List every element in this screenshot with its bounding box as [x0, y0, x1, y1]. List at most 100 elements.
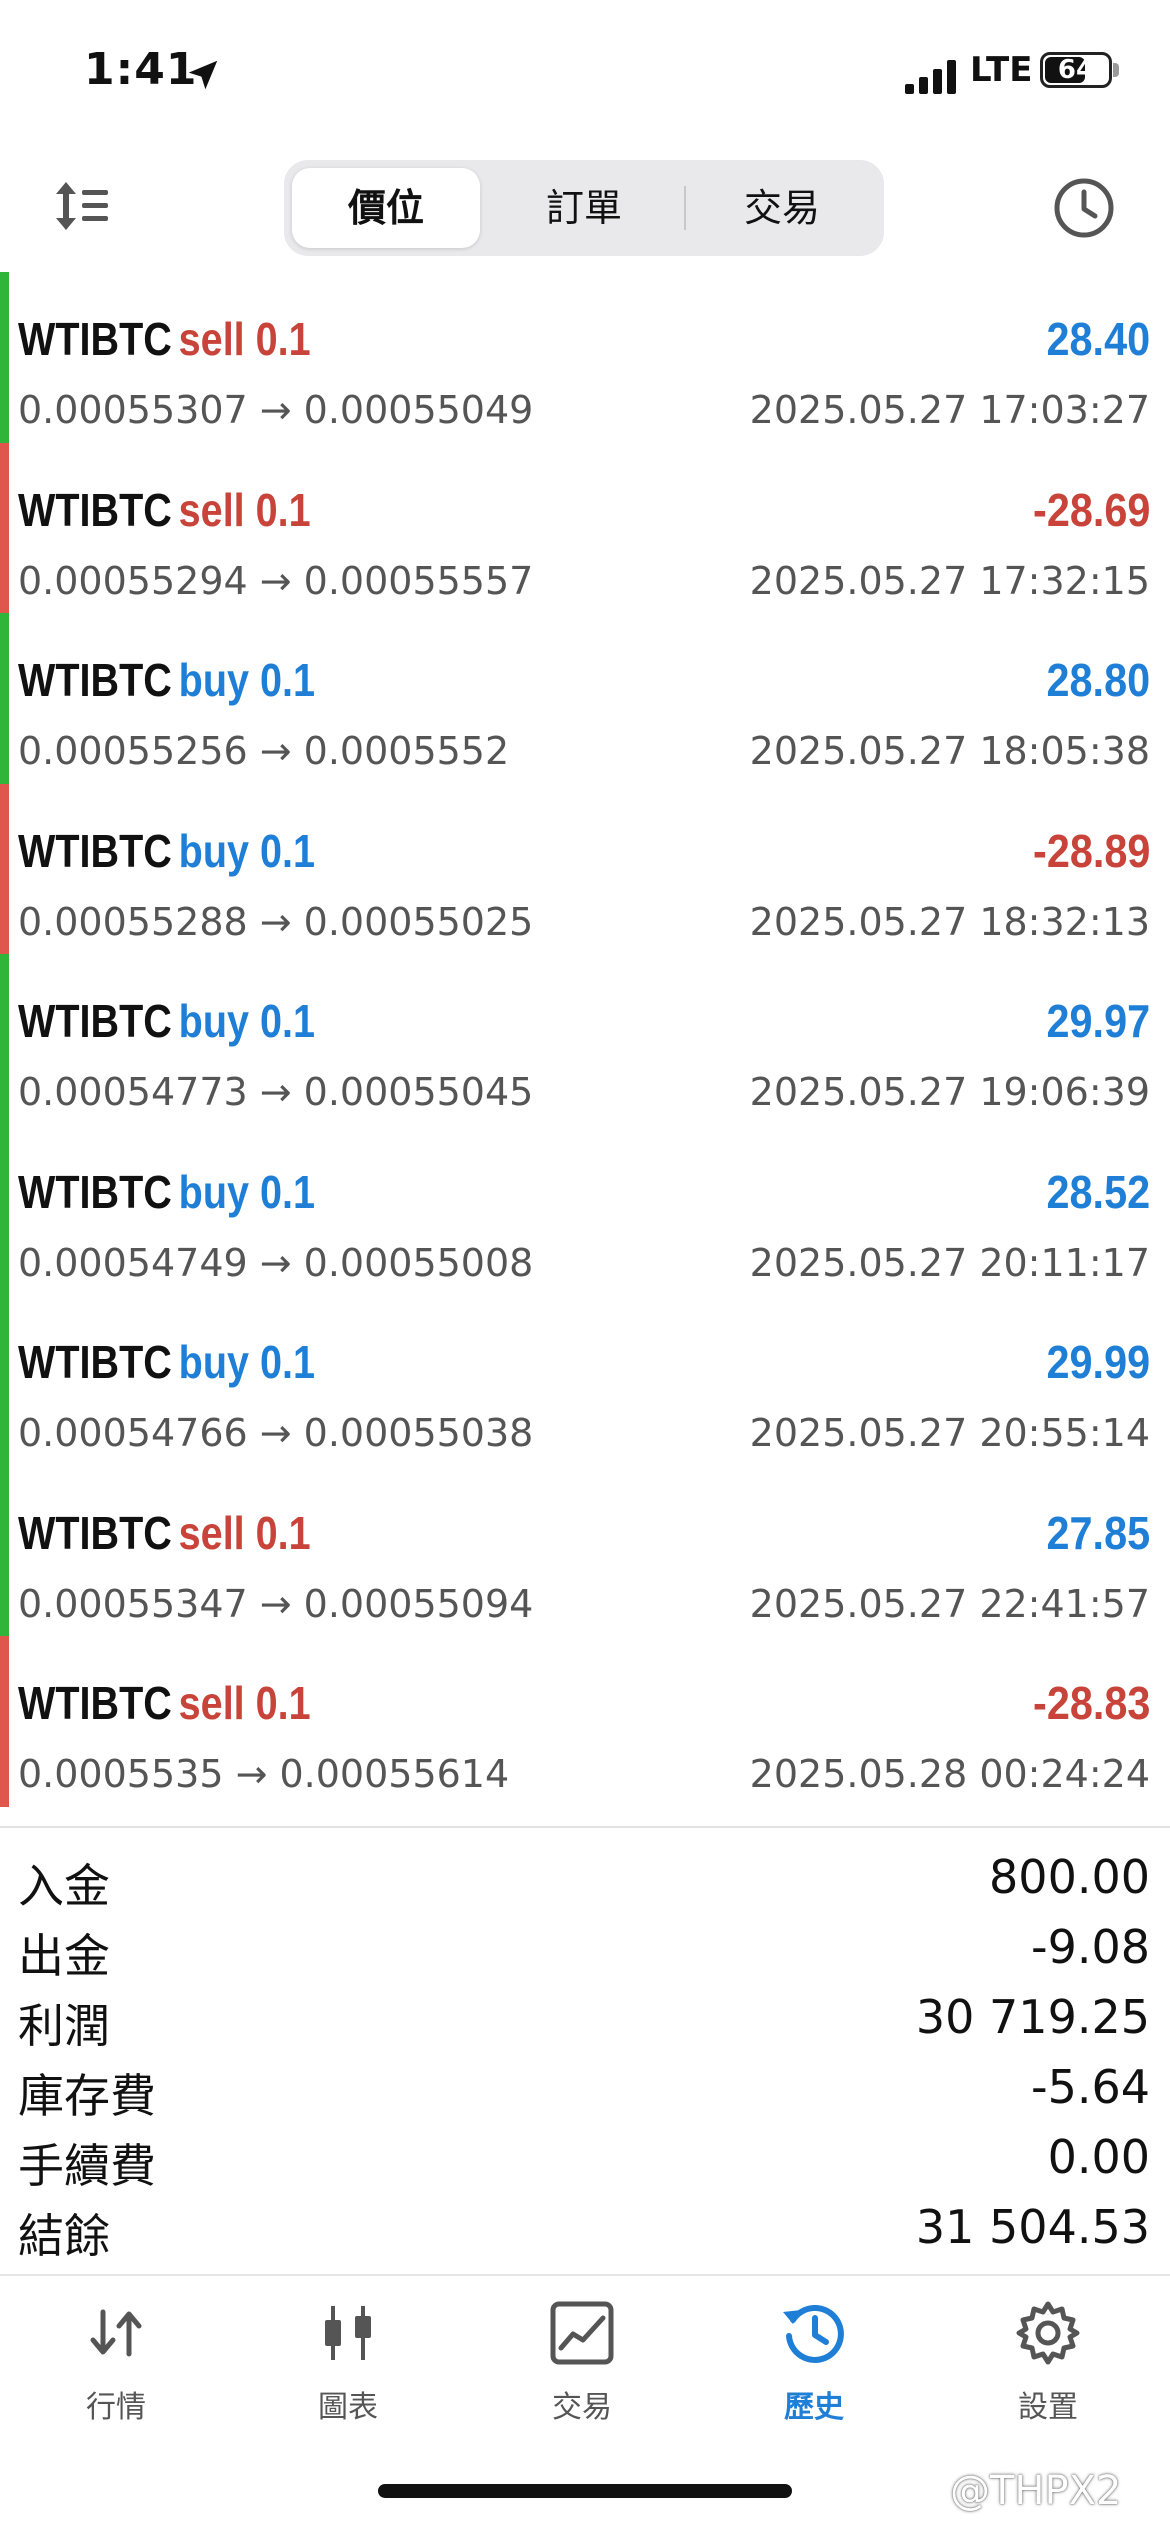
trade-symbol: WTIBTC — [18, 1677, 172, 1729]
trade-title: WTIBTC sell 0.1 — [18, 1506, 311, 1560]
trade-title: WTIBTC buy 0.1 — [18, 653, 315, 707]
trade-row[interactable]: WTIBTC buy 0.1 28.80 0.00055256 → 0.0005552… — [0, 613, 1170, 784]
trade-prices: 0.00055307 → 0.00055049 — [18, 388, 534, 432]
trade-row[interactable]: WTIBTC sell 0.1 -28.83 0.0005535 → 0.000556… — [0, 1636, 1170, 1807]
chart-icon — [325, 2306, 371, 2360]
summary-row: 手續費 0.00 — [0, 2122, 1170, 2193]
trade-symbol: WTIBTC — [18, 824, 172, 877]
summary-value: -5.64 — [1030, 2060, 1150, 2114]
summary-row: 庫存費 -5.64 — [0, 2052, 1170, 2123]
nav-history-label: 歷史 — [784, 2390, 844, 2425]
home-indicator[interactable] — [378, 2484, 792, 2498]
trade-side: sell 0.1 — [178, 313, 311, 365]
trade-side: buy 0.1 — [178, 1165, 316, 1218]
trade-prices: 0.0005535 → 0.00055614 — [18, 1752, 510, 1796]
trade-time: 2025.05.27 17:32:15 — [749, 558, 1150, 603]
summary-label: 出金 — [18, 1929, 110, 1983]
nav-settings[interactable]: 設置 — [968, 2298, 1128, 2426]
trade-profit: 28.52 — [1046, 1165, 1150, 1218]
trade-symbol: WTIBTC — [18, 483, 172, 536]
trade-status-bar — [0, 783, 9, 954]
summary-label: 結餘 — [18, 2209, 110, 2263]
trade-title: WTIBTC sell 0.1 — [18, 483, 311, 537]
battery-level: 64 — [1057, 55, 1095, 85]
trade-title: WTIBTC buy 0.1 — [18, 1335, 315, 1389]
trade-status-bar — [0, 1124, 9, 1295]
trade-profit: 28.80 — [1046, 654, 1150, 706]
tab-orders[interactable]: 訂單 — [490, 168, 678, 248]
trade-time: 2025.05.27 19:06:39 — [749, 1070, 1150, 1114]
nav-trade-label: 交易 — [552, 2390, 612, 2425]
trade-status-bar — [0, 1295, 9, 1466]
nav-history[interactable]: 歷史 — [734, 2298, 894, 2426]
trade-icon — [550, 2301, 614, 2365]
status-bar: 1:41 LTE 64 — [0, 0, 1170, 150]
trade-side: buy 0.1 — [178, 995, 316, 1047]
trade-symbol: WTIBTC — [18, 995, 172, 1047]
trade-profit: -28.89 — [1032, 824, 1150, 877]
tab-deals[interactable]: 交易 — [688, 168, 876, 248]
tab-positions[interactable]: 價位 — [292, 168, 480, 248]
trade-status-bar — [0, 954, 9, 1125]
battery-tip — [1113, 63, 1119, 77]
sort-icon[interactable] — [52, 178, 112, 234]
trade-profit: 29.97 — [1046, 995, 1150, 1047]
trade-symbol: WTIBTC — [18, 654, 172, 706]
network-type: LTE — [970, 50, 1033, 90]
trade-side: sell 0.1 — [178, 1677, 311, 1729]
trade-status-bar — [0, 613, 9, 784]
status-time: 1:41 — [84, 44, 198, 95]
trade-status-bar — [0, 1465, 9, 1636]
trade-time: 2025.05.27 20:55:14 — [749, 1411, 1150, 1455]
summary-value: 31 504.53 — [915, 2200, 1150, 2254]
settings-icon — [1016, 2301, 1080, 2365]
trade-prices: 0.00055288 → 0.00055025 — [18, 899, 534, 944]
quotes-icon — [90, 2309, 142, 2357]
summary-label: 庫存費 — [18, 2069, 156, 2123]
history-icon — [783, 2305, 844, 2363]
trade-row[interactable]: WTIBTC buy 0.1 28.52 0.00054749 → 0.0005500… — [0, 1124, 1170, 1295]
summary-row: 利潤 30 719.25 — [0, 1982, 1170, 2053]
nav-chart-label: 圖表 — [318, 2390, 378, 2425]
bottom-nav: 行情 圖表 交易 歷史 設置 — [0, 2276, 1170, 2476]
trade-time: 2025.05.28 00:24:24 — [749, 1752, 1150, 1796]
trade-profit: 28.40 — [1046, 313, 1150, 365]
location-arrow-icon — [188, 60, 218, 90]
trade-row[interactable]: WTIBTC buy 0.1 -28.89 0.00055288 → 0.000550… — [0, 783, 1170, 954]
nav-chart[interactable]: 圖表 — [268, 2298, 428, 2426]
trade-status-bar — [0, 272, 9, 443]
trade-profit: -28.83 — [1032, 1677, 1150, 1729]
trade-prices: 0.00054749 → 0.00055008 — [18, 1240, 534, 1285]
trade-list: WTIBTC sell 0.1 28.40 0.00055307 → 0.000550… — [0, 272, 1170, 1807]
trade-time: 2025.05.27 17:03:27 — [749, 388, 1150, 432]
trade-status-bar — [0, 1636, 9, 1807]
trade-prices: 0.00054773 → 0.00055045 — [18, 1070, 534, 1114]
trade-title: WTIBTC buy 0.1 — [18, 824, 315, 878]
summary-label: 手續費 — [18, 2139, 156, 2193]
trade-title: WTIBTC sell 0.1 — [18, 1676, 311, 1730]
summary-divider — [0, 1826, 1170, 1828]
tab-separator — [684, 186, 686, 230]
summary-row: 入金 800.00 — [0, 1842, 1170, 1913]
trade-row[interactable]: WTIBTC sell 0.1 28.40 0.00055307 → 0.000550… — [0, 272, 1170, 443]
trade-row[interactable]: WTIBTC buy 0.1 29.99 0.00054766 → 0.0005503… — [0, 1295, 1170, 1466]
summary-value: 0.00 — [1047, 2130, 1150, 2184]
trade-title: WTIBTC buy 0.1 — [18, 994, 315, 1048]
nav-quotes-label: 行情 — [86, 2390, 146, 2425]
nav-trade[interactable]: 交易 — [502, 2298, 662, 2426]
trade-row[interactable]: WTIBTC sell 0.1 -28.69 0.00055294 → 0.00055… — [0, 442, 1170, 613]
trade-row[interactable]: WTIBTC buy 0.1 29.97 0.00054773 → 0.0005504… — [0, 954, 1170, 1125]
clock-icon[interactable] — [1052, 176, 1116, 240]
trade-symbol: WTIBTC — [18, 1165, 172, 1218]
summary-label: 利潤 — [18, 1999, 110, 2053]
trade-prices: 0.00055294 → 0.00055557 — [18, 558, 534, 603]
trade-row[interactable]: WTIBTC sell 0.1 27.85 0.00055347 → 0.000550… — [0, 1465, 1170, 1636]
nav-quotes[interactable]: 行情 — [36, 2298, 196, 2426]
summary-row: 結餘 31 504.53 — [0, 2192, 1170, 2263]
trade-side: buy 0.1 — [178, 654, 316, 706]
battery-icon: 64 — [1040, 52, 1112, 88]
trade-prices: 0.00054766 → 0.00055038 — [18, 1411, 534, 1455]
trade-time: 2025.05.27 22:41:57 — [749, 1581, 1150, 1626]
trade-title: WTIBTC buy 0.1 — [18, 1165, 315, 1219]
summary-row: 出金 -9.08 — [0, 1912, 1170, 1983]
